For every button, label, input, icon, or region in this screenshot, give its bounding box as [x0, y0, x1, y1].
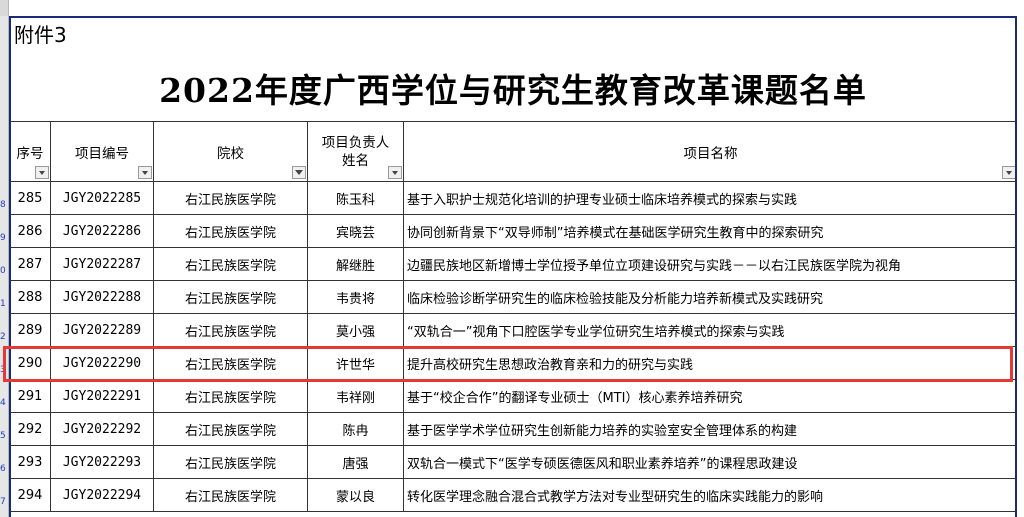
table-row: 286 JGY2022286 右江民族医学院 宾晓芸 协同创新背景下“双导师制”… [9, 214, 1018, 248]
cell-code[interactable]: JGY2022291 [50, 379, 154, 413]
cell-project-name[interactable]: 临床检验诊断学研究生的临床检验技能及分析能力培养新模式及实践研究 [403, 280, 1018, 314]
header-no[interactable]: 序号 [9, 121, 51, 182]
cell-school[interactable]: 右江民族医学院 [153, 313, 308, 347]
cell-no[interactable]: 290 [9, 346, 51, 380]
cell-project-name[interactable]: 基于医学学术学位研究生创新能力培养的实验室安全管理体系的构建 [403, 412, 1018, 446]
cell-school[interactable]: 右江民族医学院 [153, 478, 308, 512]
cell-person[interactable]: 宾晓芸 [307, 214, 404, 248]
cell-person[interactable]: 蒙以良 [307, 478, 404, 512]
table-row: 288 JGY2022288 右江民族医学院 韦贵将 临床检验诊断学研究生的临床… [9, 280, 1018, 314]
cell-person[interactable]: 陈冉 [307, 412, 404, 446]
cell-person[interactable]: 唐强 [307, 445, 404, 479]
header-person[interactable]: 项目负责人 姓名 [307, 121, 404, 182]
cell-person[interactable]: 莫小强 [307, 313, 404, 347]
row-header-label[interactable]: 7 [0, 497, 8, 507]
row-header-label[interactable]: 1 [0, 299, 8, 309]
cell-project-name[interactable]: 提升高校研究生思想政治教育亲和力的研究与实践 [403, 346, 1018, 380]
header-no-label: 序号 [16, 145, 44, 162]
cell-project-name[interactable]: 转化医学理念融合混合式教学方法对专业型研究生的临床实践能力的影响 [403, 478, 1018, 512]
filter-dropdown-icon[interactable] [388, 166, 402, 179]
cell-no[interactable]: 288 [9, 280, 51, 314]
row-header-label[interactable]: 3 [0, 365, 8, 375]
project-table: 序号 项目编号 院校 项目负责人 姓名 项目名称 285 JGY2022285 … [9, 121, 1018, 512]
cell-school[interactable]: 右江民族医学院 [153, 214, 308, 248]
table-row: 293 JGY2022293 右江民族医学院 唐强 双轨合一模式下“医学专硕医德… [9, 445, 1018, 479]
header-school-label: 院校 [217, 145, 244, 162]
cell-code[interactable]: JGY2022292 [50, 412, 154, 446]
cell-person[interactable]: 韦贵将 [307, 280, 404, 314]
header-name-label: 项目名称 [683, 145, 738, 162]
table-row: 294 JGY2022294 右江民族医学院 蒙以良 转化医学理念融合混合式教学… [9, 478, 1018, 512]
cell-project-name[interactable]: 双轨合一模式下“医学专硕医德医风和职业素养培养”的课程思政建设 [403, 445, 1018, 479]
cell-school[interactable]: 右江民族医学院 [153, 379, 308, 413]
attachment-row[interactable]: 附件3 [9, 16, 1017, 61]
cell-school[interactable]: 右江民族医学院 [153, 445, 308, 479]
row-header-label[interactable]: 9 [0, 233, 8, 243]
cell-no[interactable]: 292 [9, 412, 51, 446]
table-row: 292 JGY2022292 右江民族医学院 陈冉 基于医学学术学位研究生创新能… [9, 412, 1018, 446]
cell-code[interactable]: JGY2022285 [50, 181, 154, 215]
cell-code[interactable]: JGY2022289 [50, 313, 154, 347]
cell-no[interactable]: 293 [9, 445, 51, 479]
header-person-label-line1: 项目负责人 [321, 134, 390, 151]
sheet-title[interactable]: 2022年度广西学位与研究生教育改革课题名单 [9, 61, 1017, 121]
filter-dropdown-icon[interactable] [35, 166, 49, 179]
table-row-highlighted: 290 JGY2022290 右江民族医学院 许世华 提升高校研究生思想政治教育… [9, 346, 1018, 380]
cell-project-name[interactable]: 基于“校企合作”的翻译专业硕士（MTI）核心素养培养研究 [403, 379, 1018, 413]
select-all-corner[interactable] [0, 0, 9, 16]
spreadsheet-grid: 附件3 2022年度广西学位与研究生教育改革课题名单 序号 项目编号 院校 项目… [9, 0, 1024, 517]
cell-no[interactable]: 286 [9, 214, 51, 248]
attachment-label: 附件3 [14, 23, 67, 47]
cell-person[interactable]: 解继胜 [307, 247, 404, 281]
row-header-label[interactable]: 8 [0, 200, 8, 210]
cell-no[interactable]: 294 [9, 478, 51, 512]
row-header-bar: 8 9 0 1 2 3 4 5 6 7 [0, 16, 9, 517]
table-row: 287 JGY2022287 右江民族医学院 解继胜 边疆民族地区新增博士学位授… [9, 247, 1018, 281]
row-header-label[interactable]: 0 [0, 266, 8, 276]
cell-code[interactable]: JGY2022293 [50, 445, 154, 479]
row-header-label[interactable]: 5 [0, 431, 8, 441]
cell-person[interactable]: 韦祥刚 [307, 379, 404, 413]
cell-code[interactable]: JGY2022287 [50, 247, 154, 281]
cell-project-name[interactable]: 协同创新背景下“双导师制”培养模式在基础医学研究生教育中的探索研究 [403, 214, 1018, 248]
header-person-label-line2: 姓名 [342, 152, 369, 169]
cell-code[interactable]: JGY2022294 [50, 478, 154, 512]
row-header-label[interactable]: 4 [0, 398, 8, 408]
cell-school[interactable]: 右江民族医学院 [153, 280, 308, 314]
cell-school[interactable]: 右江民族医学院 [153, 346, 308, 380]
cell-no[interactable]: 289 [9, 313, 51, 347]
sheet-right-margin [1017, 16, 1024, 517]
cell-code[interactable]: JGY2022288 [50, 280, 154, 314]
cell-school[interactable]: 右江民族医学院 [153, 181, 308, 215]
header-code[interactable]: 项目编号 [50, 121, 154, 182]
header-name[interactable]: 项目名称 [403, 121, 1018, 182]
filter-dropdown-icon[interactable] [138, 166, 152, 179]
cell-school[interactable]: 右江民族医学院 [153, 412, 308, 446]
cell-code[interactable]: JGY2022286 [50, 214, 154, 248]
table-header-row: 序号 项目编号 院校 项目负责人 姓名 项目名称 [9, 121, 1018, 182]
cell-no[interactable]: 285 [9, 181, 51, 215]
row-header-label[interactable]: 6 [0, 464, 8, 474]
cell-no[interactable]: 291 [9, 379, 51, 413]
table-row: 291 JGY2022291 右江民族医学院 韦祥刚 基于“校企合作”的翻译专业… [9, 379, 1018, 413]
header-school[interactable]: 院校 [153, 121, 308, 182]
cell-project-name[interactable]: 边疆民族地区新增博士学位授予单位立项建设研究与实践－－以右江民族医学院为视角 [403, 247, 1018, 281]
table-row: 289 JGY2022289 右江民族医学院 莫小强 “双轨合一”视角下口腔医学… [9, 313, 1018, 347]
cell-project-name[interactable]: “双轨合一”视角下口腔医学专业学位研究生培养模式的探索与实践 [403, 313, 1018, 347]
row-header-label[interactable]: 2 [0, 332, 8, 342]
cell-no[interactable]: 287 [9, 247, 51, 281]
filter-active-icon[interactable] [292, 166, 306, 179]
filter-dropdown-icon[interactable] [1002, 166, 1016, 179]
cell-person[interactable]: 许世华 [307, 346, 404, 380]
cell-person[interactable]: 陈玉科 [307, 181, 404, 215]
header-code-label: 项目编号 [75, 145, 129, 162]
table-row: 285 JGY2022285 右江民族医学院 陈玉科 基于入职护士规范化培训的护… [9, 181, 1018, 215]
cell-code[interactable]: JGY2022290 [50, 346, 154, 380]
cell-project-name[interactable]: 基于入职护士规范化培训的护理专业硕士临床培养模式的探索与实践 [403, 181, 1018, 215]
cell-school[interactable]: 右江民族医学院 [153, 247, 308, 281]
